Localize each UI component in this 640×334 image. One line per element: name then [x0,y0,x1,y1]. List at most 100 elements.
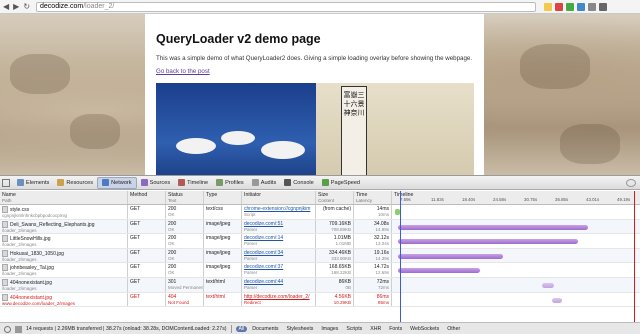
back-to-post-link[interactable]: Go back to the post [156,68,473,75]
cell-name[interactable]: style.css cgnpnjkimlnhnkcbpbpodcocpmig [0,205,128,219]
clear-icon[interactable] [4,325,11,333]
initiator-type: Redirect [244,299,261,305]
console-icon [284,179,292,186]
tab-console[interactable]: Console [280,177,318,189]
cell-name[interactable]: Hokusai_1830_1050.jpg/loader_2/images [0,248,128,263]
initiator-link[interactable]: decodize.com/:34 [244,250,283,256]
back-icon[interactable]: ◀ [3,2,9,11]
cell-name[interactable]: Deli_Swans_Reflecting_Elephants.jpg/load… [0,219,128,234]
forward-icon[interactable]: ▶ [13,2,19,11]
tab-resources[interactable]: Resources [53,177,97,189]
tab-sources[interactable]: Sources [137,177,175,189]
time-value: 86ms [376,293,389,300]
timeline-tick-label: 49.19s [617,197,631,202]
extension-icon[interactable] [588,2,597,11]
cell-type: text/html [204,292,242,307]
filter-all[interactable]: All [235,326,248,332]
cell-name[interactable]: johnbeasley_Tal.jpg/loader_2/images [0,263,128,277]
table-row[interactable]: 404nonexistant.jpg www.decodize.com/loade… [0,292,640,308]
col-type[interactable]: Type [204,191,242,204]
tab-network[interactable]: Network [97,176,137,189]
type-value: text/html [206,278,225,285]
file-name: 404nonexistant.jpg [10,294,52,301]
file-path: www.decodize.com/loader_2/images [2,300,76,306]
tab-pagespeed[interactable]: PageSpeed [318,177,364,189]
extension-icon[interactable] [577,2,586,11]
file-icon [2,278,8,286]
filter-fonts[interactable]: Fonts [386,326,405,332]
cell-name[interactable]: 404nonexistant.jpg www.decodize.com/loade… [0,292,128,307]
url-bar[interactable]: decodize.com/loader_2/ [36,1,537,12]
cell-initiator[interactable]: decodize.com/:44 Parser [242,277,316,292]
col-time[interactable]: Time Latency [354,191,392,204]
col-time-sub: Latency [356,198,373,203]
tab-profiles[interactable]: Profiles [212,177,248,189]
cell-initiator[interactable]: decodize.com/:14 Parser [242,234,316,248]
timeline-tick-label: 30.75s [524,197,538,202]
filter-websockets[interactable]: WebSockets [407,326,442,332]
cell-initiator[interactable]: decodize.com/:51 Parser [242,219,316,234]
initiator-link[interactable]: decodize.com/:51 [244,221,283,227]
cell-status: 301 Moved Permanent [166,277,204,292]
filter-stylesheets[interactable]: Stylesheets [284,326,317,332]
cell-status: 200 OK [166,248,204,263]
cell-initiator[interactable]: decodize.com/:37 Parser [242,263,316,277]
filter-documents[interactable]: Documents [249,326,281,332]
reload-icon[interactable]: ↻ [23,2,30,11]
filter-images[interactable]: Images [318,326,341,332]
type-value: image/jpeg [206,249,231,256]
extension-icon[interactable] [566,2,575,11]
cell-initiator[interactable]: chrome-extension://cgnpnjkim Script [242,205,316,219]
nav-buttons: ◀ ▶ ↻ [0,2,30,11]
file-path: /loader_2/images [2,242,37,248]
col-size[interactable]: Size Content [316,191,354,204]
timeline-bar [542,282,554,288]
filter-scripts[interactable]: Scripts [343,326,365,332]
timeline-bar [552,297,562,303]
tab-elements[interactable]: Elements [13,177,53,189]
filter-icon[interactable] [15,325,22,333]
file-name: johnbeasley_Tal.jpg [10,265,54,272]
cell-initiator[interactable]: http://decodize.com/loader_2/Redirect [242,292,316,307]
browser-toolbar: ◀ ▶ ↻ decodize.com/loader_2/ [0,0,640,14]
tab-label: Console [293,179,314,186]
cell-name[interactable]: 404nonexistant.jpg/loader_2/images [0,277,128,292]
file-name: 404nonexistant.jpg [10,279,52,286]
cell-initiator[interactable]: decodize.com/:34 Parser [242,248,316,263]
menu-icon[interactable] [599,2,608,11]
cell-timeline [392,205,640,219]
cell-status: 200 OK [166,234,204,248]
col-timeline[interactable]: Timeline 7.69s 11.83s 18.40s 24.58s 30.75s 36.… [392,191,640,204]
cell-timeline [392,249,640,263]
dock-icon[interactable] [2,178,10,187]
cell-timeline [392,220,640,234]
table-row[interactable]: 404nonexistant.jpg/loader_2/images GET 301… [0,277,640,293]
initiator-link[interactable]: http://decodize.com/loader_2/ [244,294,310,300]
extension-icon[interactable] [555,2,564,11]
table-row[interactable]: Deli_Swans_Reflecting_Elephants.jpg/load… [0,219,640,235]
col-name[interactable]: Name Path [0,191,128,204]
size-value: 4.56KB [334,293,351,300]
cell-name[interactable]: LittleSnowHills.jpg/loader_2/images [0,234,128,248]
table-row[interactable]: style.css cgnpnjkimlnhnkcbpbpodcocpmig GET… [0,205,640,220]
col-name-sub: Path [2,198,12,203]
timeline-bar [398,224,588,230]
table-row[interactable]: Hokusai_1830_1050.jpg/loader_2/images GET… [0,248,640,264]
filter-other[interactable]: Other [444,326,463,332]
file-name: Deli_Swans_Reflecting_Elephants.jpg [10,221,95,228]
initiator-type: Parser [244,284,258,290]
content-size: 168.22KB [331,270,351,276]
col-status[interactable]: Status Text [166,191,204,204]
table-row[interactable]: LittleSnowHills.jpg/loader_2/images GET 20… [0,234,640,249]
col-initiator[interactable]: Initiator [242,191,316,204]
star-icon[interactable] [544,2,553,11]
search-icon[interactable] [626,178,636,187]
tab-timeline[interactable]: Timeline [174,177,212,189]
method-value: GET [130,293,141,300]
tab-audits[interactable]: Audits [248,177,281,189]
filter-xhr[interactable]: XHR [367,326,384,332]
latency-value: 14.99s [375,226,389,232]
table-row[interactable]: johnbeasley_Tal.jpg/loader_2/images GET 20… [0,263,640,278]
col-method[interactable]: Method [128,191,166,204]
status-text: Not Found [168,299,190,305]
